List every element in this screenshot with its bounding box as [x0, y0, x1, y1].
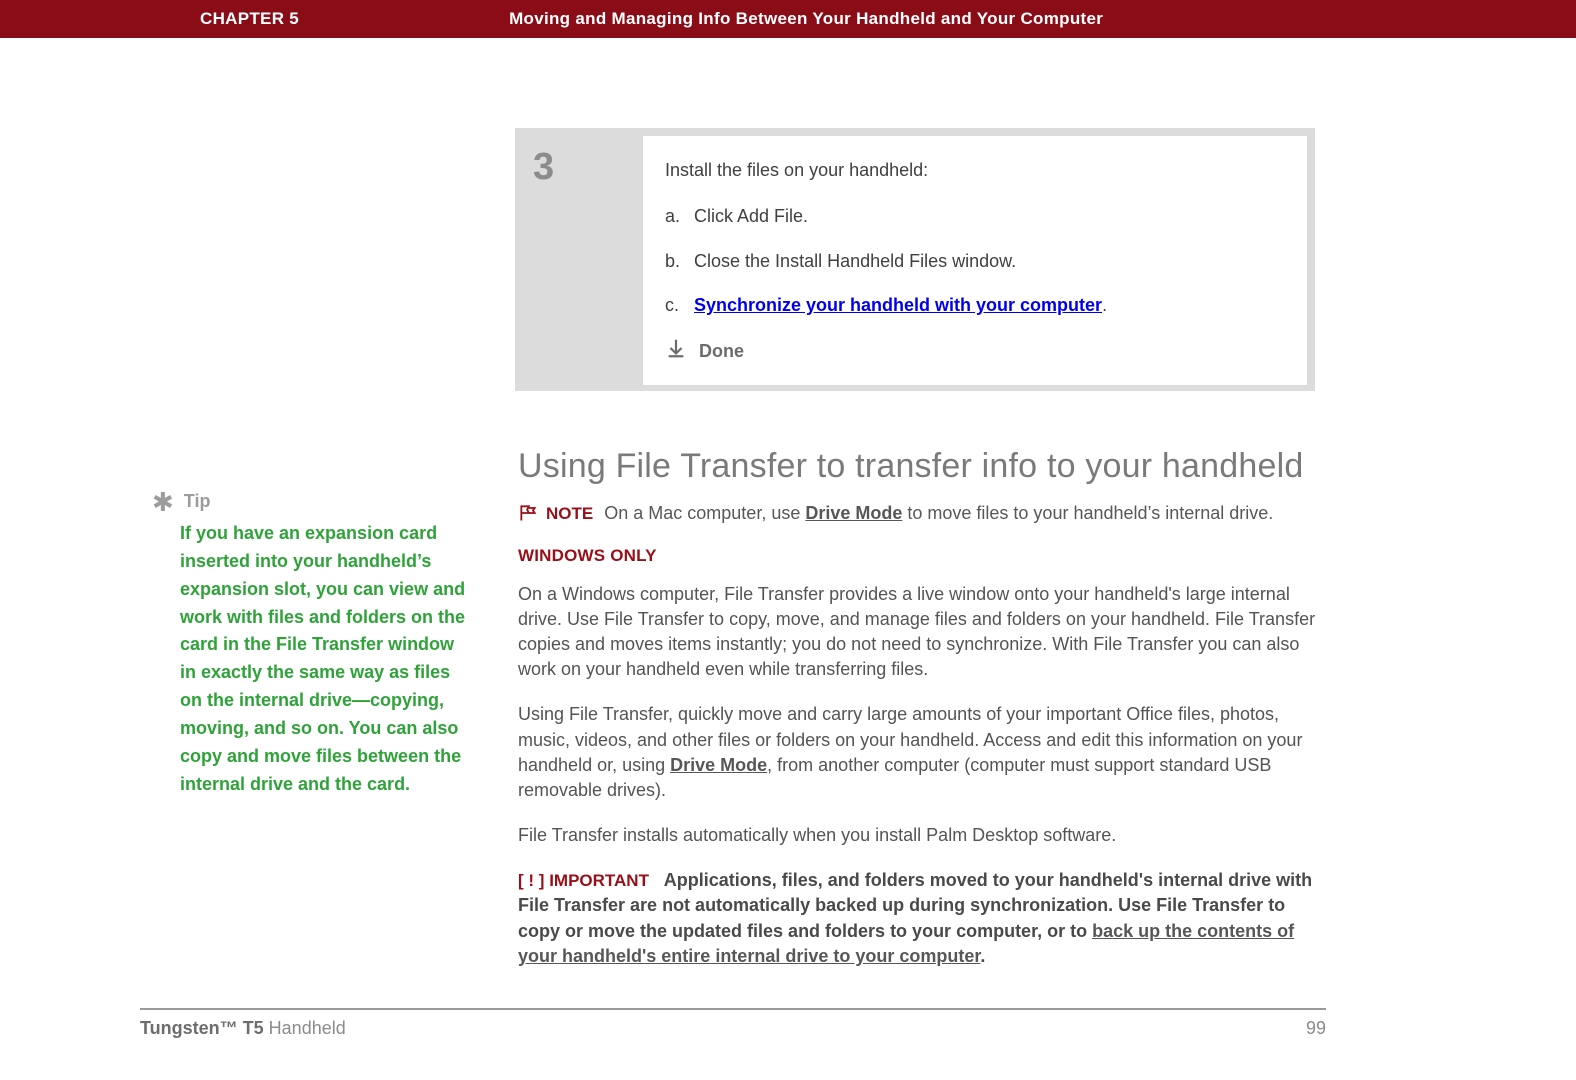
- important-tag: [ ! ] IMPORTANT: [518, 871, 654, 890]
- paragraph-2: Using File Transfer, quickly move and ca…: [518, 702, 1316, 803]
- done-row: Done: [665, 337, 1279, 365]
- tip-box: ✱ Tip If you have an expansion card inse…: [152, 488, 472, 799]
- page-title: Moving and Managing Info Between Your Ha…: [509, 9, 1103, 29]
- paragraph-1: On a Windows computer, File Transfer pro…: [518, 582, 1316, 683]
- note-label: NOTE: [546, 504, 593, 523]
- section-heading: Using File Transfer to transfer info to …: [518, 443, 1316, 491]
- tip-body: If you have an expansion card inserted i…: [152, 520, 472, 799]
- step-box: 3 Install the files on your handheld: a.…: [515, 128, 1315, 391]
- tip-label: Tip: [184, 488, 211, 516]
- footer-rule: [140, 1008, 1326, 1010]
- step-number: 3: [515, 128, 643, 385]
- windows-only-label: WINDOWS ONLY: [518, 544, 1316, 568]
- step-item-a: a. Click Add File.: [665, 204, 1279, 228]
- product-name: Tungsten™ T5 Handheld: [140, 1018, 346, 1039]
- page-number: 99: [1306, 1018, 1326, 1039]
- asterisk-icon: ✱: [152, 489, 174, 515]
- flag-icon: [518, 503, 538, 523]
- drive-mode-link-2[interactable]: Drive Mode: [670, 755, 767, 775]
- step-item-b: b. Close the Install Handheld Files wind…: [665, 249, 1279, 273]
- chapter-label: CHAPTER 5: [200, 9, 299, 29]
- page-body: 3 Install the files on your handheld: a.…: [0, 38, 1576, 1040]
- page-footer: Tungsten™ T5 Handheld 99: [140, 1018, 1326, 1039]
- note-row: NOTE On a Mac computer, use Drive Mode t…: [518, 501, 1316, 526]
- step-lead: Install the files on your handheld:: [665, 158, 1279, 182]
- main-content: Using File Transfer to transfer info to …: [518, 443, 1316, 989]
- done-label: Done: [699, 339, 744, 363]
- sync-link[interactable]: Synchronize your handheld with your comp…: [694, 295, 1102, 315]
- step-content: Install the files on your handheld: a. C…: [643, 136, 1307, 385]
- step-item-c: c. Synchronize your handheld with your c…: [665, 293, 1279, 317]
- drive-mode-link-1[interactable]: Drive Mode: [805, 503, 902, 523]
- done-arrow-icon: [665, 337, 687, 365]
- page-banner: CHAPTER 5 Moving and Managing Info Betwe…: [0, 0, 1576, 38]
- paragraph-3: File Transfer installs automatically whe…: [518, 823, 1316, 848]
- important-block: [ ! ] IMPORTANT Applications, files, and…: [518, 868, 1316, 969]
